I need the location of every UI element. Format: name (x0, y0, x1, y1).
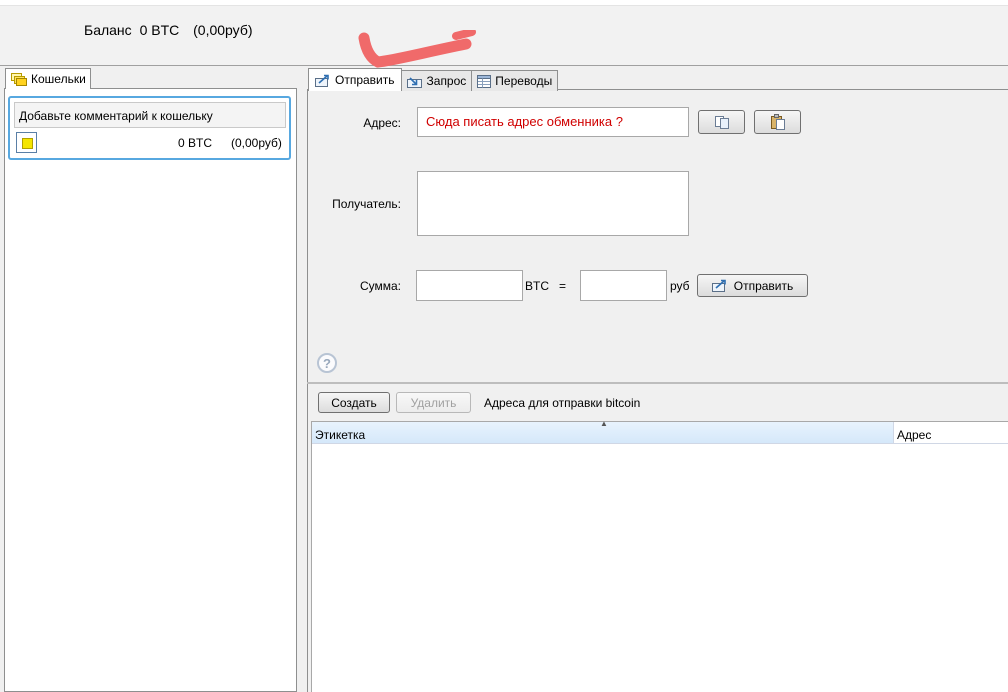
send-form: Адрес: Сюда писать адрес обменника ? Пол… (307, 89, 1008, 382)
column-address[interactable]: Адрес (894, 422, 1008, 444)
tab-send-label: Отправить (335, 73, 395, 87)
tab-transfers[interactable]: Переводы (471, 70, 559, 91)
wallet-btc: 0 BTC (178, 136, 213, 150)
vertical-splitter[interactable] (300, 66, 305, 692)
balance-label: Баланс (84, 22, 132, 38)
wallet-card[interactable]: Добавьте комментарий к кошельку 0 BTC (0… (8, 96, 291, 160)
column-label[interactable]: Этикетка ▲ (312, 419, 894, 444)
column-address-text: Адрес (897, 428, 932, 442)
sort-ascending-icon: ▲ (600, 419, 608, 428)
balance-btc: 0 BTC (139, 22, 180, 38)
send-icon (711, 279, 726, 292)
paste-icon (770, 114, 785, 130)
delete-address-button[interactable]: Удалить (396, 392, 471, 413)
column-label-text: Этикетка (315, 428, 366, 442)
transfers-table-icon (477, 74, 492, 88)
wallets-icon (11, 72, 27, 86)
equals-label: = (559, 279, 567, 293)
copy-address-button[interactable] (698, 110, 745, 134)
tab-wallets-label: Кошельки (31, 72, 86, 86)
amount-btc-input[interactable] (416, 270, 523, 301)
address-table[interactable]: Этикетка ▲ Адрес (311, 419, 1008, 692)
tab-wallets[interactable]: Кошельки (5, 68, 91, 89)
tab-transfers-label: Переводы (495, 74, 553, 88)
help-icon[interactable]: ? (317, 353, 337, 373)
copy-icon (714, 115, 729, 129)
tab-request[interactable]: Запрос (400, 70, 473, 91)
address-list-caption: Адреса для отправки bitcoin (484, 396, 641, 410)
amount-rub-input[interactable] (580, 270, 667, 301)
wallets-panel: Добавьте комментарий к кошельку 0 BTC (0… (4, 88, 297, 692)
send-button[interactable]: Отправить (697, 274, 808, 297)
address-input[interactable]: Сюда писать адрес обменника ? (417, 107, 689, 137)
header: Баланс 0 BTC (0,00руб) (0, 6, 1008, 68)
recipient-input[interactable] (417, 171, 689, 236)
annotation-arrow-icon (358, 30, 476, 68)
request-icon (406, 76, 422, 88)
address-table-header: Этикетка ▲ Адрес (312, 419, 1008, 444)
balance-display: Баланс 0 BTC (0,00руб) (84, 22, 257, 38)
create-address-button[interactable]: Создать (318, 392, 390, 413)
tab-send[interactable]: Отправить (308, 68, 402, 91)
send-icon (315, 74, 329, 87)
wallet-color-swatch[interactable] (16, 132, 37, 153)
rub-unit-label: руб (670, 279, 690, 293)
paste-address-button[interactable] (754, 110, 801, 134)
address-list-panel: Создать Удалить Адреса для отправки bitc… (307, 384, 1008, 692)
tab-request-label: Запрос (426, 74, 467, 88)
address-label: Адрес: (363, 116, 401, 130)
wallet-row: 0 BTC (0,00руб) (14, 132, 288, 154)
amount-label: Сумма: (359, 279, 401, 293)
balance-rub: (0,00руб) (193, 22, 253, 38)
wallet-comment-field[interactable]: Добавьте комментарий к кошельку (14, 102, 286, 128)
send-button-label: Отправить (733, 278, 794, 293)
recipient-label: Получатель: (332, 197, 401, 211)
main-tabs: Отправить Запрос Переводы (308, 68, 559, 91)
wallet-rub: (0,00руб) (231, 136, 282, 150)
btc-unit-label: BTC (525, 279, 549, 293)
